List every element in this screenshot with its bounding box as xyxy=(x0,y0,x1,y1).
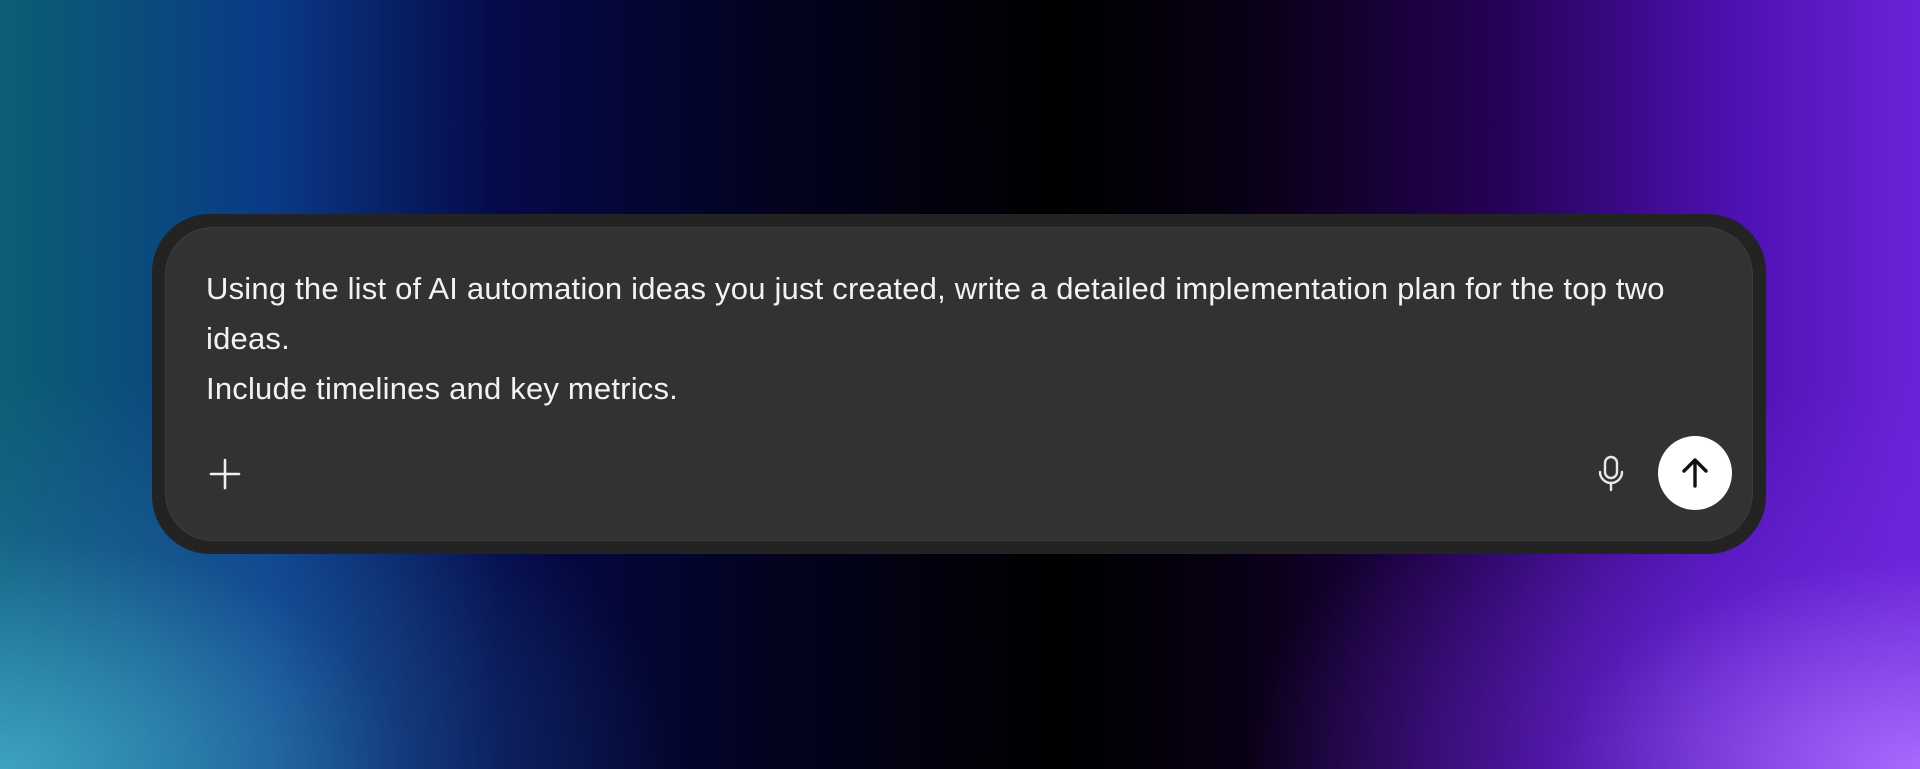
send-button[interactable] xyxy=(1658,436,1732,510)
plus-icon xyxy=(208,457,242,491)
arrow-up-icon xyxy=(1678,456,1712,490)
add-attachment-button[interactable] xyxy=(200,449,250,499)
prompt-input[interactable]: Using the list of AI automation ideas yo… xyxy=(206,264,1686,414)
microphone-icon xyxy=(1596,455,1626,493)
voice-input-button[interactable] xyxy=(1586,449,1636,499)
prompt-composer[interactable]: Using the list of AI automation ideas yo… xyxy=(165,227,1753,541)
prompt-composer-frame: Using the list of AI automation ideas yo… xyxy=(152,214,1766,554)
